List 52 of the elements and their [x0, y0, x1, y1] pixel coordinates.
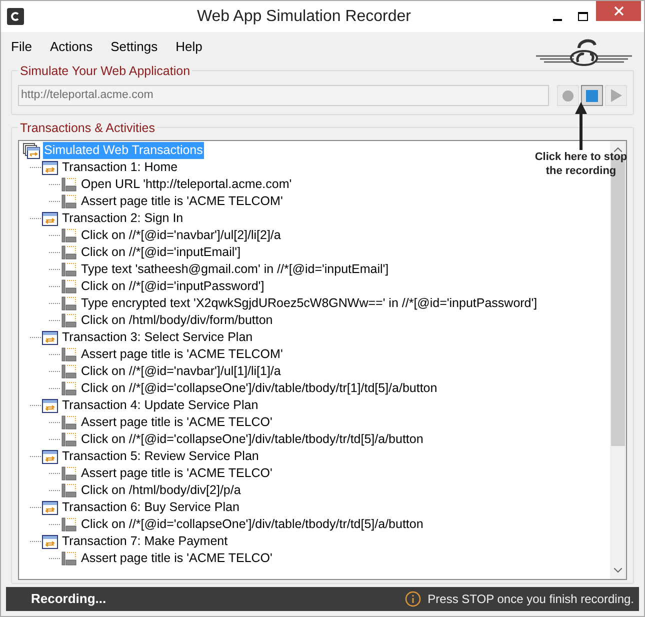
stop-icon — [586, 90, 598, 102]
tree-item[interactable]: Click on //*[@id='navbar']/ul[2]/li[2]/a — [80, 227, 282, 244]
transaction-icon — [42, 448, 58, 464]
status-hint: Press STOP once you finish recording. — [428, 591, 634, 608]
close-icon — [614, 6, 624, 16]
tree-item[interactable]: Transaction 6: Buy Service Plan — [61, 499, 240, 516]
transaction-icon — [42, 160, 58, 176]
tree-item[interactable]: Assert page title is 'ACME TELCOM' — [80, 346, 284, 363]
close-button[interactable] — [596, 1, 641, 21]
url-field[interactable]: http://teleportal.acme.com — [18, 85, 549, 106]
tree-root-icon — [23, 142, 40, 158]
menu-item[interactable]: File — [11, 37, 32, 56]
tree-item[interactable]: Click on //*[@id='collapseOne']/div/table/tbody/tr[1]/td[5]/a/button — [80, 380, 438, 397]
tree-item[interactable]: Assert page title is 'ACME TELCOM' — [80, 193, 284, 210]
info-icon — [404, 591, 421, 607]
window-title: Web App Simulation Recorder — [196, 6, 412, 26]
tree-item[interactable]: Assert page title is 'ACME TELCO' — [80, 414, 274, 431]
record-icon — [562, 90, 574, 102]
tree-item[interactable]: Transaction 2: Sign In — [61, 210, 184, 227]
tree-item[interactable]: Transaction 5: Review Service Plan — [61, 448, 260, 465]
callout-text: Click here to stop the recording — [534, 150, 628, 178]
transaction-icon — [42, 398, 58, 414]
tree-item[interactable]: Click on //*[@id='collapseOne']/div/table/tbody/tr/td[5]/a/button — [80, 516, 424, 533]
tree-item[interactable]: Type text 'satheesh@gmail.com' in //*[@id='inputEmail'] — [80, 261, 390, 278]
tree-item[interactable]: Transaction 7: Make Payment — [61, 533, 229, 550]
transaction-icon — [42, 500, 58, 516]
stop-button[interactable] — [581, 85, 603, 106]
tree-item[interactable]: Transaction 3: Select Service Plan — [61, 329, 254, 346]
tree-item[interactable]: Click on //*[@id='inputPassword'] — [80, 278, 266, 295]
play-icon — [610, 89, 622, 102]
tree-item[interactable]: Click on /html/body/div/form/button — [80, 312, 274, 329]
tree-item[interactable]: Open URL 'http://teleportal.acme.com' — [80, 176, 293, 193]
tree-item[interactable]: Transaction 1: Home — [61, 159, 179, 176]
transaction-icon — [42, 330, 58, 346]
tree-item[interactable]: Click on //*[@id='inputEmail'] — [80, 244, 242, 261]
tree-item[interactable]: Click on //*[@id='navbar']/ul[1]/li[1]/a — [80, 363, 282, 380]
transaction-icon — [42, 210, 58, 226]
menu-item[interactable]: Help — [176, 37, 202, 56]
tree-item[interactable]: Type encrypted text 'X2qwkSgjdURoez5cW8GNWw==' in //*[@id='inputPassword'] — [80, 295, 538, 312]
tree-item[interactable]: Assert page title is 'ACME TELCO' — [80, 465, 274, 482]
tree-item[interactable]: Click on /html/body/div[2]/p/a — [80, 482, 242, 499]
tree-item[interactable]: Assert page title is 'ACME TELCO' — [80, 550, 274, 567]
status-text: Recording... — [31, 590, 106, 608]
app-logo-icon — [7, 8, 24, 25]
menu-item[interactable]: Actions — [50, 37, 93, 56]
tree-item[interactable]: Click on //*[@id='collapseOne']/div/table/tbody/tr/td[5]/a/button — [80, 431, 424, 448]
transaction-icon — [42, 534, 58, 550]
menu-item[interactable]: Settings — [110, 37, 158, 56]
tree-item[interactable]: Transaction 4: Update Service Plan — [61, 397, 260, 414]
scroll-down-icon — [614, 568, 622, 573]
callout-arrow-icon — [575, 102, 587, 150]
scroll-up-icon — [614, 147, 622, 152]
